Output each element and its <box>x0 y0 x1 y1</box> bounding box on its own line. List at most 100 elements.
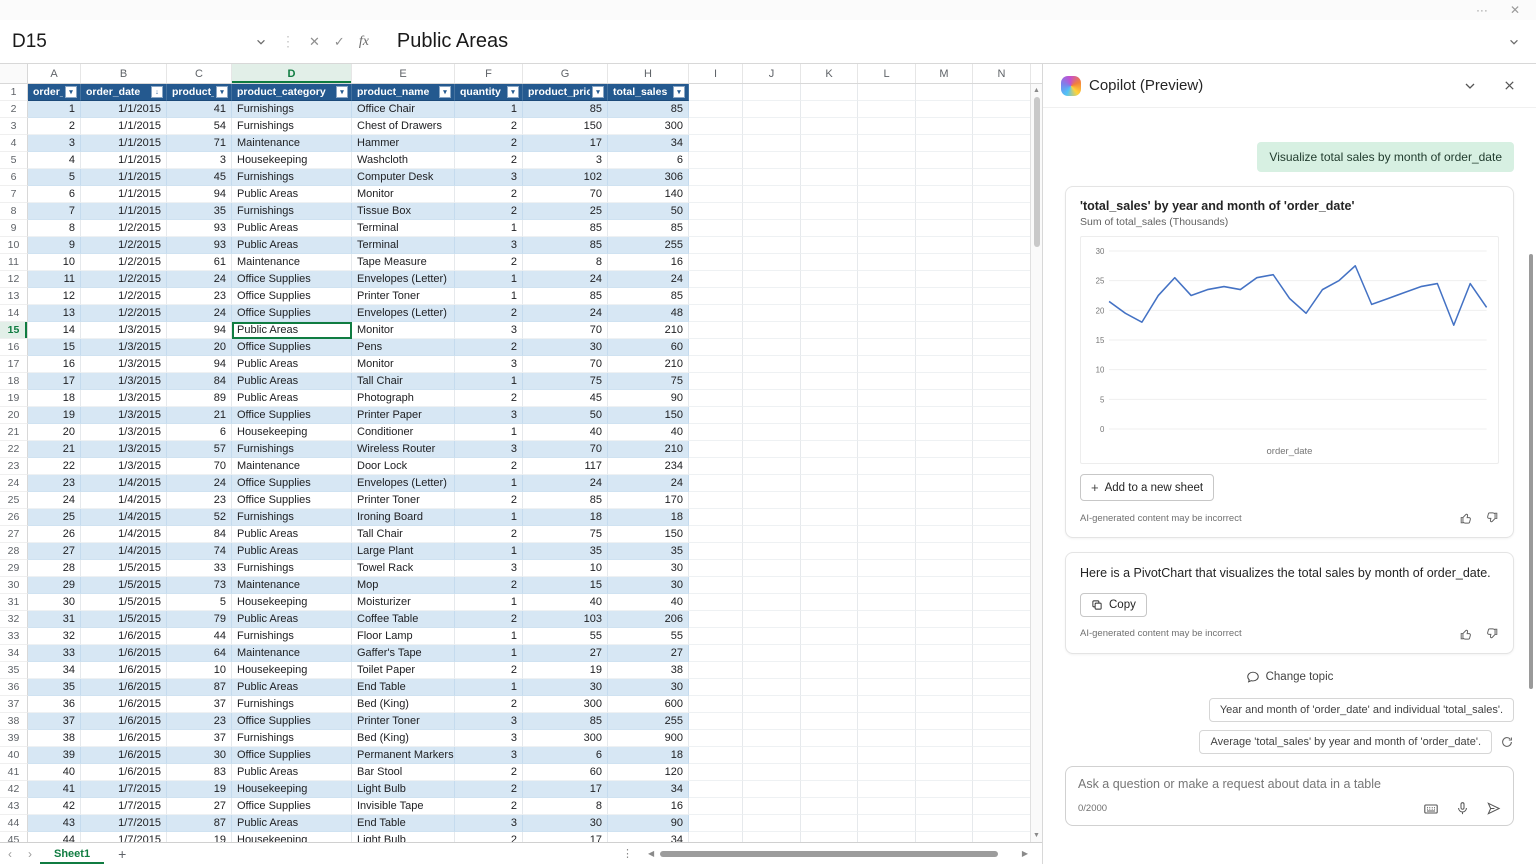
cell-I11[interactable] <box>689 254 743 271</box>
cell-N33[interactable] <box>973 628 1031 645</box>
cell-L21[interactable] <box>858 424 916 441</box>
cell-B35[interactable]: 1/6/2015 <box>81 662 167 679</box>
cell-N4[interactable] <box>973 135 1031 152</box>
grid-body[interactable]: 1order_id▾order_date↓product_id▾product_… <box>0 84 1042 842</box>
cell-J16[interactable] <box>743 339 801 356</box>
cell-D7[interactable]: Public Areas <box>232 186 352 203</box>
cell-A36[interactable]: 35 <box>28 679 81 696</box>
cell-I15[interactable] <box>689 322 743 339</box>
row-header-33[interactable]: 33 <box>0 628 28 645</box>
cell-J44[interactable] <box>743 815 801 832</box>
horizontal-scrollbar[interactable]: ◀ ▶ <box>648 843 1028 864</box>
cell-A35[interactable]: 34 <box>28 662 81 679</box>
column-header-F[interactable]: F <box>455 64 523 83</box>
cell-D14[interactable]: Office Supplies <box>232 305 352 322</box>
cell-M23[interactable] <box>916 458 973 475</box>
cell-L19[interactable] <box>858 390 916 407</box>
cell-L22[interactable] <box>858 441 916 458</box>
cell-G34[interactable]: 27 <box>523 645 608 662</box>
cell-M2[interactable] <box>916 101 973 118</box>
cell-G39[interactable]: 300 <box>523 730 608 747</box>
cell-A11[interactable]: 10 <box>28 254 81 271</box>
cell-F14[interactable]: 2 <box>455 305 523 322</box>
cell-G14[interactable]: 24 <box>523 305 608 322</box>
cell-L40[interactable] <box>858 747 916 764</box>
cell-E27[interactable]: Tall Chair <box>352 526 455 543</box>
cell-I33[interactable] <box>689 628 743 645</box>
cell-C7[interactable]: 94 <box>167 186 232 203</box>
cell-B23[interactable]: 1/3/2015 <box>81 458 167 475</box>
cell-B13[interactable]: 1/2/2015 <box>81 288 167 305</box>
cell-N6[interactable] <box>973 169 1031 186</box>
row-header-25[interactable]: 25 <box>0 492 28 509</box>
cell-D23[interactable]: Maintenance <box>232 458 352 475</box>
tabbar-more-icon[interactable]: ⋮ <box>622 847 633 860</box>
row-header-7[interactable]: 7 <box>0 186 28 203</box>
cell-M6[interactable] <box>916 169 973 186</box>
cell-N31[interactable] <box>973 594 1031 611</box>
cell-D42[interactable]: Housekeeping <box>232 781 352 798</box>
cell-G22[interactable]: 70 <box>523 441 608 458</box>
cell-M20[interactable] <box>916 407 973 424</box>
cell-F35[interactable]: 2 <box>455 662 523 679</box>
cell-G35[interactable]: 19 <box>523 662 608 679</box>
cell-E20[interactable]: Printer Paper <box>352 407 455 424</box>
cell-E4[interactable]: Hammer <box>352 135 455 152</box>
cell-F43[interactable]: 2 <box>455 798 523 815</box>
refresh-suggestions-icon[interactable] <box>1500 735 1514 749</box>
cell-A27[interactable]: 26 <box>28 526 81 543</box>
cell-A13[interactable]: 12 <box>28 288 81 305</box>
name-box[interactable]: D15 <box>0 20 275 63</box>
cell-L6[interactable] <box>858 169 916 186</box>
cell-N22[interactable] <box>973 441 1031 458</box>
cell-N17[interactable] <box>973 356 1031 373</box>
cell-I16[interactable] <box>689 339 743 356</box>
cell-M12[interactable] <box>916 271 973 288</box>
row-header-43[interactable]: 43 <box>0 798 28 815</box>
filter-button-order_date[interactable]: ↓ <box>151 86 163 98</box>
cell-H5[interactable]: 6 <box>608 152 689 169</box>
cell-B30[interactable]: 1/5/2015 <box>81 577 167 594</box>
row-header-5[interactable]: 5 <box>0 152 28 169</box>
cell-A8[interactable]: 7 <box>28 203 81 220</box>
cell-C40[interactable]: 30 <box>167 747 232 764</box>
cell-F27[interactable]: 2 <box>455 526 523 543</box>
cell-J15[interactable] <box>743 322 801 339</box>
cell-A44[interactable]: 43 <box>28 815 81 832</box>
cell-D35[interactable]: Housekeeping <box>232 662 352 679</box>
cell-H18[interactable]: 75 <box>608 373 689 390</box>
cell-M42[interactable] <box>916 781 973 798</box>
cell-E2[interactable]: Office Chair <box>352 101 455 118</box>
cell-F10[interactable]: 3 <box>455 237 523 254</box>
cell-B9[interactable]: 1/2/2015 <box>81 220 167 237</box>
confirm-entry-icon[interactable]: ✓ <box>334 34 345 50</box>
cell-E18[interactable]: Tall Chair <box>352 373 455 390</box>
cell-M25[interactable] <box>916 492 973 509</box>
row-header-42[interactable]: 42 <box>0 781 28 798</box>
cell-N42[interactable] <box>973 781 1031 798</box>
cell-J41[interactable] <box>743 764 801 781</box>
copilot-collapse-icon[interactable] <box>1461 77 1479 95</box>
cell-E6[interactable]: Computer Desk <box>352 169 455 186</box>
cell-L29[interactable] <box>858 560 916 577</box>
cell-D37[interactable]: Furnishings <box>232 696 352 713</box>
cell-G41[interactable]: 60 <box>523 764 608 781</box>
row-header-4[interactable]: 4 <box>0 135 28 152</box>
cell-H29[interactable]: 30 <box>608 560 689 577</box>
cell-M15[interactable] <box>916 322 973 339</box>
cell-E24[interactable]: Envelopes (Letter) <box>352 475 455 492</box>
cell-L28[interactable] <box>858 543 916 560</box>
cell-C9[interactable]: 93 <box>167 220 232 237</box>
cell-H37[interactable]: 600 <box>608 696 689 713</box>
cell-B17[interactable]: 1/3/2015 <box>81 356 167 373</box>
cell-E37[interactable]: Bed (King) <box>352 696 455 713</box>
cell-C44[interactable]: 87 <box>167 815 232 832</box>
row-header-14[interactable]: 14 <box>0 305 28 322</box>
cell-K29[interactable] <box>801 560 858 577</box>
cell-K33[interactable] <box>801 628 858 645</box>
cell-A14[interactable]: 13 <box>28 305 81 322</box>
cell-M13[interactable] <box>916 288 973 305</box>
cell-L41[interactable] <box>858 764 916 781</box>
cell-F37[interactable]: 2 <box>455 696 523 713</box>
cell-H28[interactable]: 35 <box>608 543 689 560</box>
